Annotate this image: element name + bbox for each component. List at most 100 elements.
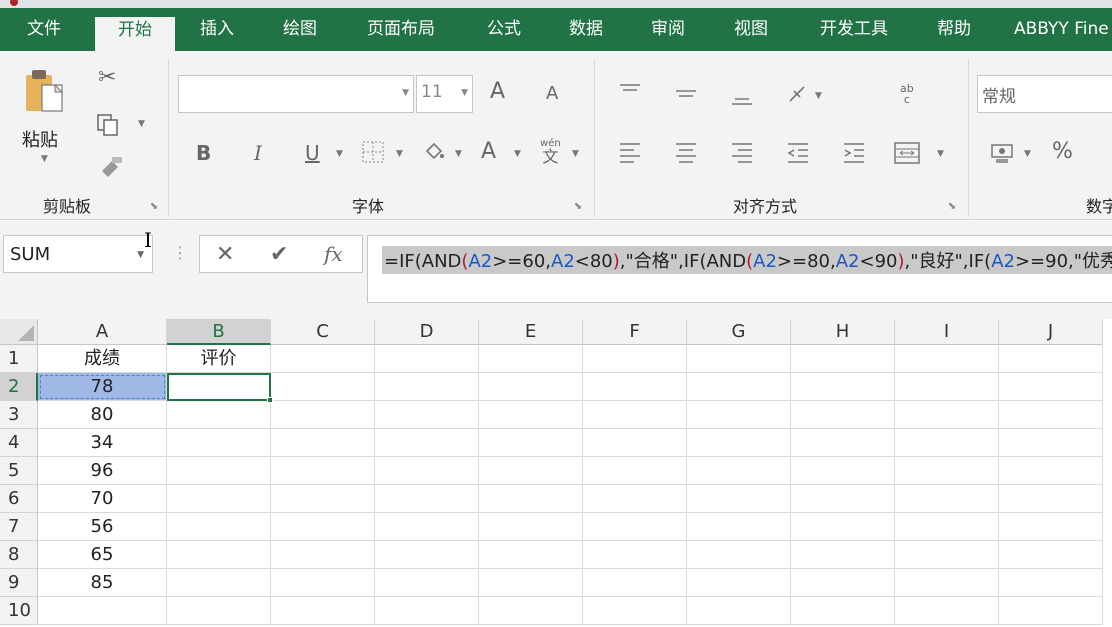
cell-b4[interactable] — [167, 429, 271, 457]
cell-j3[interactable] — [999, 401, 1103, 429]
font-color-dropdown-icon[interactable]: ▼ — [514, 149, 521, 159]
cell-f8[interactable] — [583, 541, 687, 569]
cell-g8[interactable] — [687, 541, 791, 569]
cut-icon[interactable]: ✂ — [98, 67, 116, 89]
paste-dropdown-icon[interactable]: ▼ — [41, 154, 48, 164]
cell-c7[interactable] — [271, 513, 375, 541]
tab-abbyy[interactable]: ABBYY Fine — [1014, 16, 1112, 51]
row-header-9[interactable]: 9 — [0, 569, 38, 597]
cell-h3[interactable] — [791, 401, 895, 429]
cell-d10[interactable] — [375, 597, 479, 625]
cell-a9[interactable]: 85 — [38, 569, 167, 597]
alignment-launcher-icon[interactable]: ⬊ — [946, 201, 958, 213]
cell-b2[interactable] — [167, 373, 271, 401]
cell-b3[interactable] — [167, 401, 271, 429]
cell-d4[interactable] — [375, 429, 479, 457]
cell-d6[interactable] — [375, 485, 479, 513]
wrap-text-icon[interactable]: ab c — [900, 83, 914, 105]
column-header-j[interactable]: J — [999, 319, 1103, 345]
cell-c10[interactable] — [271, 597, 375, 625]
row-header-4[interactable]: 4 — [0, 429, 38, 457]
cell-j1[interactable] — [999, 345, 1103, 373]
cancel-icon[interactable]: ✕ — [216, 242, 234, 267]
cell-a3[interactable]: 80 — [38, 401, 167, 429]
column-header-e[interactable]: E — [479, 319, 583, 345]
column-header-i[interactable]: I — [895, 319, 999, 345]
cell-f6[interactable] — [583, 485, 687, 513]
cell-g10[interactable] — [687, 597, 791, 625]
italic-button[interactable]: I — [254, 143, 262, 163]
cell-j7[interactable] — [999, 513, 1103, 541]
paste-icon[interactable] — [22, 67, 68, 117]
format-painter-icon[interactable] — [98, 155, 124, 180]
cell-g7[interactable] — [687, 513, 791, 541]
cell-e2[interactable] — [479, 373, 583, 401]
tab-data[interactable]: 数据 — [554, 16, 618, 51]
align-right-icon[interactable] — [730, 141, 754, 168]
cell-c6[interactable] — [271, 485, 375, 513]
cell-d8[interactable] — [375, 541, 479, 569]
cell-h4[interactable] — [791, 429, 895, 457]
fill-handle[interactable] — [267, 397, 273, 403]
cell-h7[interactable] — [791, 513, 895, 541]
cell-f2[interactable] — [583, 373, 687, 401]
number-format-combobox[interactable]: 常规 — [977, 75, 1112, 113]
tab-page-layout[interactable]: 页面布局 — [353, 16, 449, 51]
cell-g6[interactable] — [687, 485, 791, 513]
cell-i6[interactable] — [895, 485, 999, 513]
row-header-2[interactable]: 2 — [0, 373, 38, 401]
cell-a5[interactable]: 96 — [38, 457, 167, 485]
cell-d5[interactable] — [375, 457, 479, 485]
cell-j5[interactable] — [999, 457, 1103, 485]
cell-c5[interactable] — [271, 457, 375, 485]
align-center-icon[interactable] — [674, 141, 698, 168]
cell-h8[interactable] — [791, 541, 895, 569]
grow-font-icon[interactable]: A — [490, 81, 505, 103]
tab-file[interactable]: 文件 — [8, 16, 80, 51]
cell-a1[interactable]: 成绩 — [38, 345, 167, 373]
cell-a2[interactable]: 78 — [38, 373, 167, 401]
cell-a7[interactable]: 56 — [38, 513, 167, 541]
cell-f7[interactable] — [583, 513, 687, 541]
cell-i1[interactable] — [895, 345, 999, 373]
row-header-1[interactable]: 1 — [0, 345, 38, 373]
row-header-10[interactable]: 10 — [0, 597, 38, 625]
enter-icon[interactable]: ✔ — [270, 242, 288, 267]
fill-color-icon[interactable] — [422, 139, 446, 166]
more-options-icon[interactable]: ⋮ — [172, 243, 188, 262]
underline-dropdown-icon[interactable]: ▼ — [336, 149, 343, 159]
cell-j9[interactable] — [999, 569, 1103, 597]
cell-f1[interactable] — [583, 345, 687, 373]
increase-indent-icon[interactable] — [842, 141, 866, 168]
cell-g3[interactable] — [687, 401, 791, 429]
borders-dropdown-icon[interactable]: ▼ — [396, 149, 403, 159]
cell-j4[interactable] — [999, 429, 1103, 457]
copy-icon[interactable] — [96, 113, 120, 140]
cell-f5[interactable] — [583, 457, 687, 485]
cell-e4[interactable] — [479, 429, 583, 457]
cell-d2[interactable] — [375, 373, 479, 401]
cell-d9[interactable] — [375, 569, 479, 597]
name-box[interactable]: SUM ▼ — [3, 235, 153, 273]
percent-style-icon[interactable]: % — [1052, 141, 1073, 163]
font-name-combobox[interactable]: ▼ — [178, 75, 414, 113]
column-header-c[interactable]: C — [271, 319, 375, 345]
cell-i7[interactable] — [895, 513, 999, 541]
cell-e5[interactable] — [479, 457, 583, 485]
cell-b8[interactable] — [167, 541, 271, 569]
accounting-format-icon[interactable] — [990, 141, 1018, 168]
cell-e6[interactable] — [479, 485, 583, 513]
tab-formulas[interactable]: 公式 — [472, 16, 536, 51]
row-header-6[interactable]: 6 — [0, 485, 38, 513]
cell-c9[interactable] — [271, 569, 375, 597]
cell-j6[interactable] — [999, 485, 1103, 513]
cell-a4[interactable]: 34 — [38, 429, 167, 457]
cell-b9[interactable] — [167, 569, 271, 597]
cell-c1[interactable] — [271, 345, 375, 373]
tab-insert[interactable]: 插入 — [185, 16, 249, 51]
cell-e9[interactable] — [479, 569, 583, 597]
tab-draw[interactable]: 绘图 — [268, 16, 332, 51]
orientation-icon[interactable] — [786, 83, 810, 108]
cell-c4[interactable] — [271, 429, 375, 457]
phonetic-guide-icon[interactable]: wén 文 — [540, 139, 561, 165]
